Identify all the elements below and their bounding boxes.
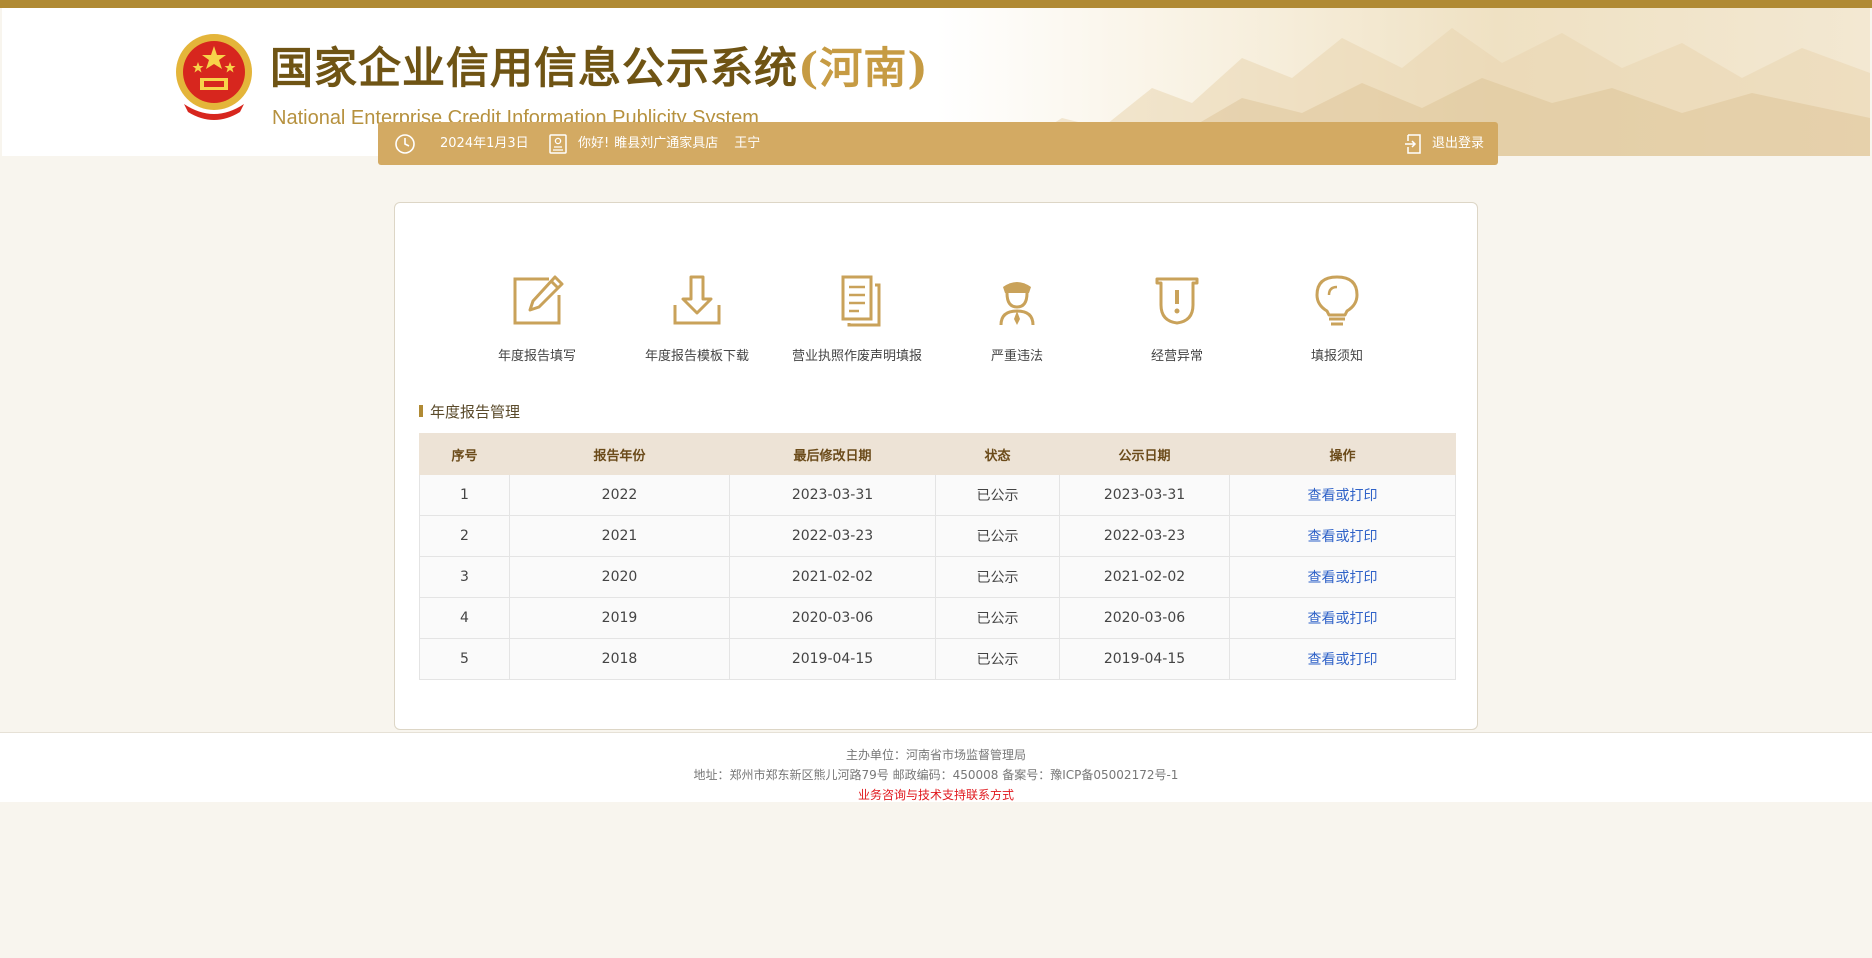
info-bar: 2024年1月3日 你好! 睢县刘广通家具店 王宁 退出登录	[378, 122, 1498, 165]
download-icon	[673, 275, 721, 325]
clock-icon	[395, 133, 415, 154]
annual-report-table: 序号 报告年份 最后修改日期 状态 公示日期 操作 1 2022 2023-03…	[419, 433, 1456, 680]
edit-icon	[513, 275, 564, 325]
cell-year: 2019	[509, 597, 730, 639]
table-row: 5 2018 2019-04-15 已公示 2019-04-15 查看或打印	[419, 638, 1456, 680]
nav-operation-abnormal[interactable]: 经营异常	[1097, 273, 1257, 364]
system-title-cn: 国家企业信用信息公示系统	[270, 44, 798, 94]
nav-license-void-declaration[interactable]: 营业执照作废声明填报	[777, 273, 937, 364]
view-print-link[interactable]: 查看或打印	[1308, 570, 1378, 586]
cell-status: 已公示	[935, 597, 1060, 639]
system-title-region: (河南)	[798, 44, 929, 94]
cell-published: 2023-03-31	[1059, 474, 1230, 516]
cell-modified: 2023-03-31	[729, 474, 936, 516]
lightbulb-icon	[1315, 275, 1359, 326]
column-header: 序号	[419, 433, 510, 475]
date-display: 2024年1月3日	[394, 122, 529, 165]
column-header: 最后修改日期	[729, 433, 936, 475]
cell-no: 1	[419, 474, 510, 516]
logout-button[interactable]: 退出登录	[1404, 122, 1484, 165]
column-header: 公示日期	[1059, 433, 1230, 475]
nav-label: 营业执照作废声明填报	[791, 349, 922, 364]
cell-year: 2020	[509, 556, 730, 598]
cell-modified: 2019-04-15	[729, 638, 936, 680]
view-print-link[interactable]: 查看或打印	[1308, 611, 1378, 627]
national-emblem-icon	[176, 34, 252, 120]
footer-support-link[interactable]: 业务咨询与技术支持联系方式	[0, 786, 1872, 803]
view-print-link[interactable]: 查看或打印	[1308, 652, 1378, 668]
view-print-link[interactable]: 查看或打印	[1308, 488, 1378, 504]
cell-published: 2021-02-02	[1059, 556, 1230, 598]
nav-template-download[interactable]: 年度报告模板下载	[617, 273, 777, 364]
cell-action: 查看或打印	[1229, 597, 1456, 639]
column-header: 操作	[1229, 433, 1456, 475]
cell-no: 3	[419, 556, 510, 598]
cell-status: 已公示	[935, 515, 1060, 557]
nav-label: 年度报告填写	[497, 349, 576, 364]
system-title: 国家企业信用信息公示系统(河南)	[270, 48, 929, 91]
cell-modified: 2022-03-23	[729, 515, 936, 557]
user-name: 王宁	[734, 136, 761, 151]
cell-action: 查看或打印	[1229, 515, 1456, 557]
company-name: 睢县刘广通家具店	[614, 136, 719, 151]
cell-published: 2019-04-15	[1059, 638, 1230, 680]
logout-label: 退出登录	[1431, 136, 1484, 151]
top-strip	[0, 0, 1872, 8]
cell-status: 已公示	[935, 474, 1060, 516]
current-date: 2024年1月3日	[440, 136, 529, 151]
cell-status: 已公示	[935, 638, 1060, 680]
nav-annual-report-fill[interactable]: 年度报告填写	[457, 273, 617, 364]
cell-no: 4	[419, 597, 510, 639]
footer-sponsor: 主办单位：河南省市场监督管理局	[845, 748, 1026, 762]
cell-action: 查看或打印	[1229, 556, 1456, 598]
cell-modified: 2020-03-06	[729, 597, 936, 639]
view-print-link[interactable]: 查看或打印	[1308, 529, 1378, 545]
nav-label: 填报须知	[1310, 349, 1363, 364]
cell-no: 2	[419, 515, 510, 557]
footer-address: 地址：郑州市郑东新区熊儿河路79号 邮政编码：450008 备案号：豫ICP备0…	[693, 768, 1179, 782]
column-header: 状态	[935, 433, 1060, 475]
nav-serious-violation[interactable]: 严重违法	[937, 273, 1097, 364]
greeting: 你好!	[578, 136, 610, 151]
user-info: 你好! 睢县刘广通家具店 王宁	[548, 122, 760, 165]
document-icon	[841, 275, 881, 327]
table-header-row: 序号 报告年份 最后修改日期 状态 公示日期 操作	[419, 433, 1456, 475]
cell-status: 已公示	[935, 556, 1060, 598]
cell-published: 2022-03-23	[1059, 515, 1230, 557]
table-row: 1 2022 2023-03-31 已公示 2023-03-31 查看或打印	[419, 474, 1456, 516]
cell-year: 2022	[509, 474, 730, 516]
main-panel: 年度报告填写 年度报告模板下载 营业执照作废声明填报 严重违法 经营异常 填报须…	[394, 202, 1478, 730]
nav-label: 经营异常	[1150, 349, 1203, 364]
nav-filing-notice[interactable]: 填报须知	[1257, 273, 1417, 364]
cell-action: 查看或打印	[1229, 638, 1456, 680]
table-row: 2 2021 2022-03-23 已公示 2022-03-23 查看或打印	[419, 515, 1456, 557]
section-title: 年度报告管理	[419, 401, 520, 422]
nav-label: 严重违法	[990, 349, 1043, 364]
warning-shield-icon	[1155, 277, 1199, 325]
cell-year: 2021	[509, 515, 730, 557]
officer-icon	[999, 282, 1035, 326]
cell-no: 5	[419, 638, 510, 680]
cell-year: 2018	[509, 638, 730, 680]
cell-published: 2020-03-06	[1059, 597, 1230, 639]
cell-modified: 2021-02-02	[729, 556, 936, 598]
user-card-icon	[549, 133, 567, 154]
logout-icon	[1404, 133, 1421, 154]
column-header: 报告年份	[509, 433, 730, 475]
table-row: 3 2020 2021-02-02 已公示 2021-02-02 查看或打印	[419, 556, 1456, 598]
footer: 主办单位：河南省市场监督管理局 地址：郑州市郑东新区熊儿河路79号 邮政编码：4…	[0, 732, 1872, 802]
cell-action: 查看或打印	[1229, 474, 1456, 516]
nav-label: 年度报告模板下载	[644, 349, 749, 364]
table-row: 4 2019 2020-03-06 已公示 2020-03-06 查看或打印	[419, 597, 1456, 639]
